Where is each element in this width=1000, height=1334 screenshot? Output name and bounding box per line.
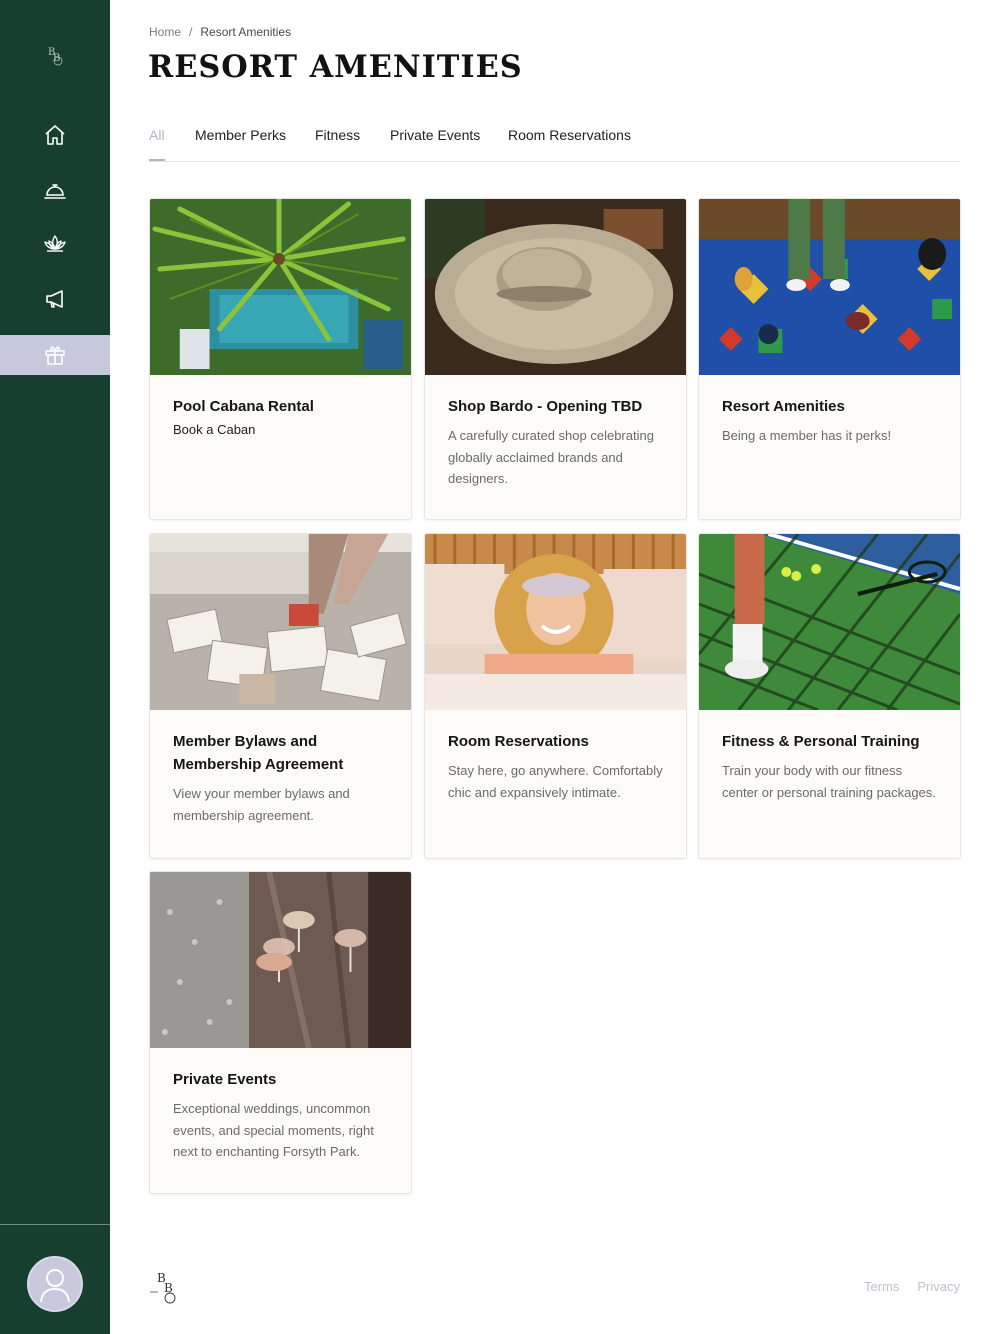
sidebar-item-home[interactable] <box>0 115 110 155</box>
breadcrumb-current: Resort Amenities <box>200 25 292 39</box>
card-title: Pool Cabana Rental <box>173 398 314 415</box>
woman-in-bed-image <box>425 534 686 710</box>
amenity-card-shop-bardo[interactable]: Shop Bardo - Opening TBD A carefully cur… <box>424 198 687 520</box>
straw-hat-image <box>425 199 686 375</box>
tab-private-events[interactable]: Private Events <box>390 127 480 143</box>
user-icon <box>40 1269 70 1303</box>
sidebar-item-wellness[interactable] <box>0 224 110 264</box>
card-title: Private Events <box>173 1071 277 1088</box>
card-description: Stay here, go anywhere. Comfortably chic… <box>448 763 663 800</box>
sidebar: B B <box>0 0 110 1334</box>
pool-cabana-image <box>150 199 411 375</box>
card-description: A carefully curated shop celebrating glo… <box>448 428 654 486</box>
card-description: Train your body with our fitness center … <box>722 763 936 800</box>
champagne-toast-image <box>150 872 411 1048</box>
sidebar-item-services[interactable] <box>0 170 110 210</box>
card-title: Room Reservations <box>448 733 589 750</box>
footer-club-logo[interactable]: B B <box>148 1270 182 1306</box>
card-title: Fitness & Personal Training <box>722 733 920 750</box>
breadcrumb-home[interactable]: Home <box>149 25 181 39</box>
home-icon <box>45 125 65 145</box>
breadcrumb-separator: / <box>189 25 193 39</box>
card-description: Exceptional weddings, uncommon events, a… <box>173 1101 374 1159</box>
tab-room-reservations[interactable]: Room Reservations <box>508 127 631 143</box>
privacy-link[interactable]: Privacy <box>917 1279 960 1294</box>
amenity-card-room-reservations[interactable]: Room Reservations Stay here, go anywhere… <box>424 533 687 859</box>
avatar[interactable] <box>27 1256 83 1312</box>
category-tabs: All Member Perks Fitness Private Events … <box>149 127 960 162</box>
lotus-icon <box>44 235 66 252</box>
breadcrumb: Home / Resort Amenities <box>149 25 291 39</box>
amenity-card-resort-amenities[interactable]: Resort Amenities Being a member has it p… <box>698 198 961 520</box>
card-title: Resort Amenities <box>722 398 845 415</box>
active-tab-indicator <box>149 159 165 161</box>
amenity-card-pool-cabana[interactable]: Pool Cabana Rental Book a Caban <box>149 198 412 520</box>
megaphone-icon <box>46 290 63 308</box>
card-description: View your member bylaws and membership a… <box>173 786 350 823</box>
card-title: Shop Bardo - Opening TBD <box>448 398 643 415</box>
gift-icon <box>45 346 65 365</box>
tab-member-perks[interactable]: Member Perks <box>195 127 286 143</box>
amenity-card-member-bylaws[interactable]: Member Bylaws and Membership Agreement V… <box>149 533 412 859</box>
page-title: RESORT AMENITIES <box>148 49 523 85</box>
tab-all[interactable]: All <box>149 127 165 143</box>
amenity-card-fitness[interactable]: Fitness & Personal Training Train your b… <box>698 533 961 859</box>
footer-links: Terms Privacy <box>864 1279 960 1294</box>
amenity-card-private-events[interactable]: Private Events Exceptional weddings, unc… <box>149 871 412 1194</box>
card-title: Member Bylaws and Membership Agreement <box>173 733 344 773</box>
sidebar-item-announcements[interactable] <box>0 279 110 319</box>
books-image <box>150 534 411 710</box>
card-subtitle: Book a Caban <box>173 422 256 437</box>
club-logo[interactable]: B B <box>40 42 70 68</box>
card-description: Being a member has it perks! <box>722 428 892 443</box>
service-bell-icon <box>44 184 66 199</box>
patterned-rug-image <box>699 199 960 375</box>
tab-fitness[interactable]: Fitness <box>315 127 360 143</box>
sidebar-divider <box>0 1224 110 1225</box>
sidebar-item-amenities[interactable] <box>0 335 110 375</box>
tennis-court-image <box>699 534 960 710</box>
terms-link[interactable]: Terms <box>864 1279 899 1294</box>
